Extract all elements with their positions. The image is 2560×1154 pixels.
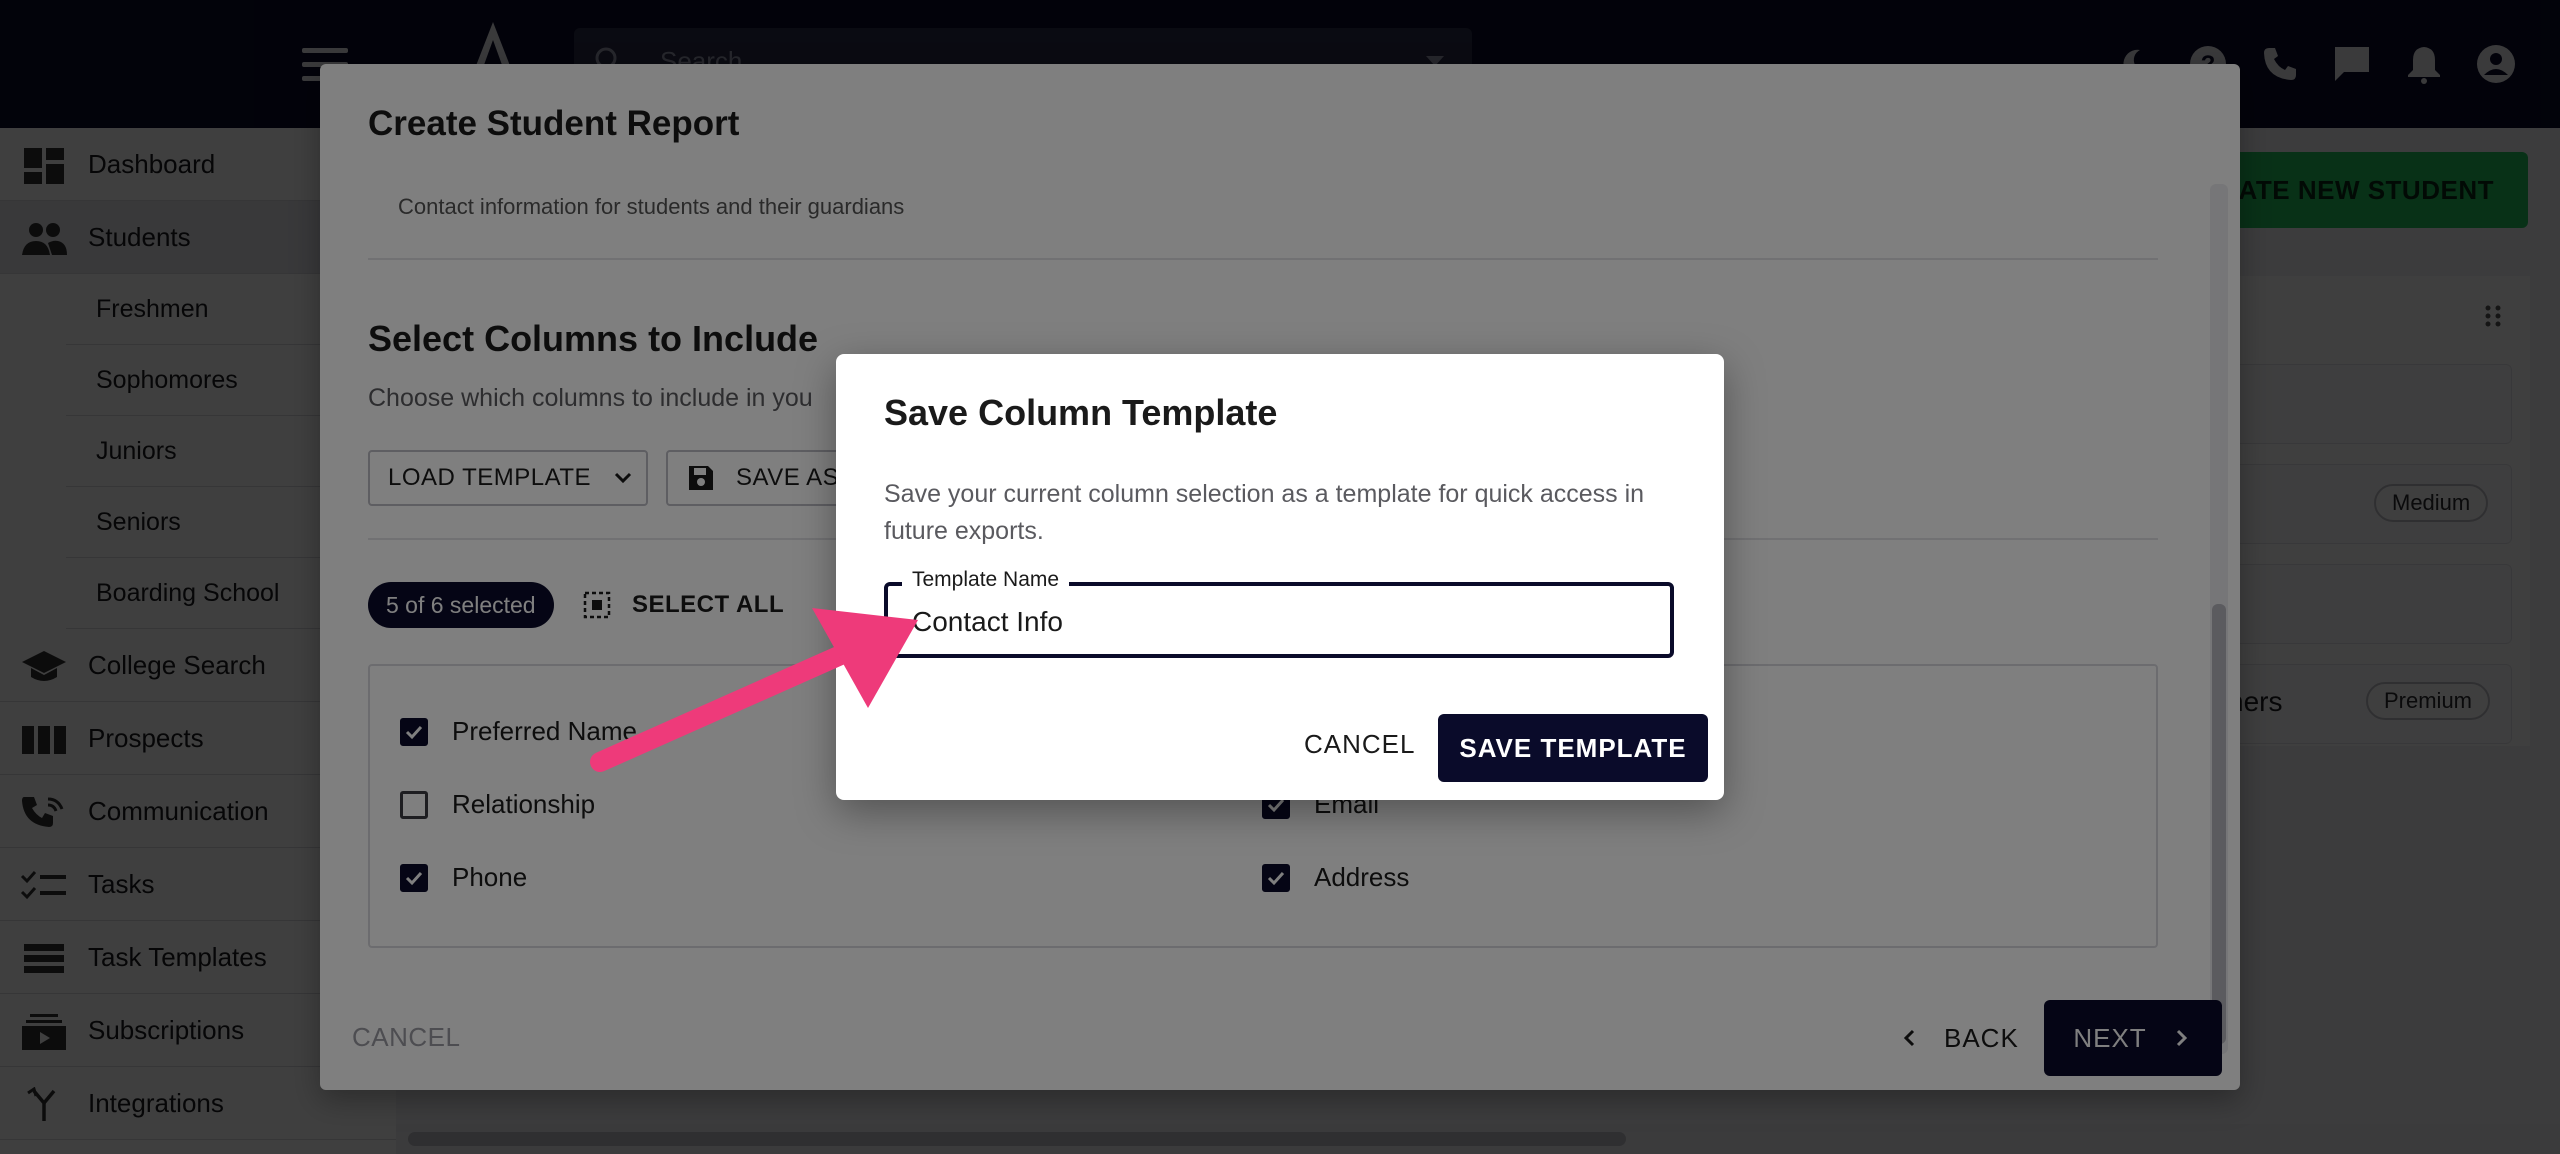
dialog-description: Save your current column selection as a …	[884, 480, 1645, 545]
save-column-template-dialog: Save Column Template Save your current c…	[836, 354, 1724, 800]
template-name-input[interactable]	[912, 602, 1652, 642]
template-name-field[interactable]: Template Name	[884, 568, 1674, 658]
dialog-cancel-button[interactable]: CANCEL	[1280, 714, 1439, 774]
dialog-title: Save Column Template	[884, 392, 1278, 433]
save-template-button[interactable]: SAVE TEMPLATE	[1438, 714, 1708, 782]
annotation-arrow-icon	[590, 608, 918, 772]
template-name-label: Template Name	[902, 568, 1070, 592]
